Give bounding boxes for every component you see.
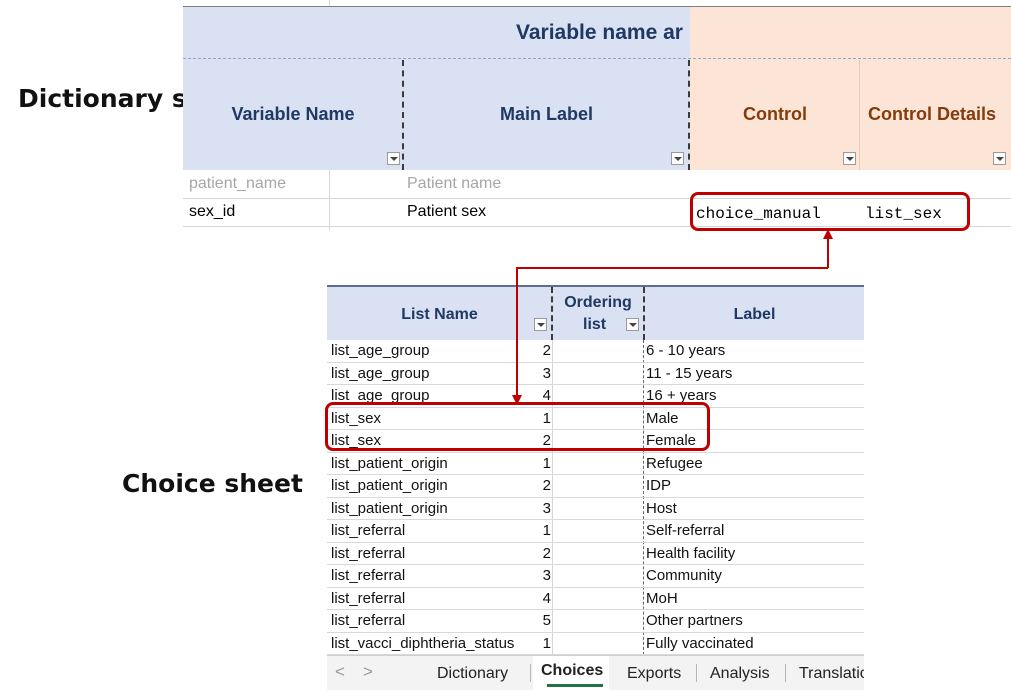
header-band-orange: [690, 7, 1011, 170]
cell-label[interactable]: 11 - 15 years: [646, 365, 732, 382]
header-label: Label: [733, 306, 776, 323]
cell-label[interactable]: Fully vaccinated: [646, 635, 754, 652]
header-main-label: Main Label: [499, 104, 593, 124]
table-row: list_patient_origin 2 IDP: [327, 475, 864, 498]
tab-dictionary[interactable]: Dictionary: [437, 665, 508, 683]
cell-label[interactable]: Health facility: [646, 545, 735, 562]
cell-order[interactable]: 1: [543, 455, 551, 472]
header-control: Control: [743, 104, 807, 124]
cell-label[interactable]: Other partners: [646, 612, 743, 629]
cell-order[interactable]: 3: [543, 567, 551, 584]
filter-dropdown-icon[interactable]: [387, 152, 400, 165]
table-row: list_referral 1 Self-referral: [327, 520, 864, 543]
cell-order[interactable]: 4: [543, 590, 551, 607]
group-title: Variable name ar: [516, 21, 683, 44]
table-row: list_age_group 3 11 - 15 years: [327, 363, 864, 385]
header-control-details: Control Details: [868, 104, 997, 124]
cell-label[interactable]: Refugee: [646, 455, 703, 472]
tab-divider: [696, 664, 697, 682]
cell-list-name[interactable]: list_referral: [331, 545, 405, 562]
cell-order[interactable]: 3: [543, 500, 551, 517]
cell-label[interactable]: Host: [646, 500, 677, 517]
cell-order[interactable]: 2: [543, 545, 551, 562]
cell-list-name[interactable]: list_age_group: [331, 365, 429, 382]
table-row: list_patient_origin 1 Refugee: [327, 453, 864, 475]
highlight-control-cells: [690, 192, 970, 231]
filter-dropdown-icon[interactable]: [843, 152, 856, 165]
cell-label[interactable]: Patient sex: [407, 199, 486, 225]
cell-order[interactable]: 1: [543, 522, 551, 539]
cell-list-name[interactable]: list_referral: [331, 590, 405, 607]
tab-exports[interactable]: Exports: [627, 665, 681, 683]
cell-order[interactable]: 3: [543, 365, 551, 382]
table-row: list_age_group 2 6 - 10 years: [327, 340, 864, 363]
next-sheet-arrow-icon[interactable]: >: [363, 662, 373, 682]
table-row: list_patient_origin 3 Host: [327, 498, 864, 520]
tab-divider: [785, 664, 786, 682]
header-variable-name: Variable Name: [231, 104, 355, 124]
cell-list-name[interactable]: list_patient_origin: [331, 477, 448, 494]
tab-translations[interactable]: Translatic: [799, 665, 864, 683]
table-row: list_referral 5 Other partners: [327, 610, 864, 633]
header-list-name: List Name: [401, 306, 478, 323]
filter-dropdown-icon[interactable]: [626, 318, 639, 331]
cell-label[interactable]: 6 - 10 years: [646, 342, 725, 359]
cell-variable[interactable]: patient_name: [189, 171, 286, 197]
choice-sheet-caption: Choice sheet: [122, 469, 303, 498]
choices-sheet: List Name Ordering list Label list_age_g…: [327, 285, 864, 690]
cell-label[interactable]: Self-referral: [646, 522, 724, 539]
table-row: list_referral 4 MoH: [327, 588, 864, 610]
filter-dropdown-icon[interactable]: [671, 152, 684, 165]
prev-sheet-arrow-icon[interactable]: <: [335, 662, 345, 682]
cell-variable[interactable]: sex_id: [189, 199, 235, 225]
cell-list-name[interactable]: list_referral: [331, 567, 405, 584]
cell-list-name[interactable]: list_referral: [331, 612, 405, 629]
cell-list-name[interactable]: list_age_group: [331, 342, 429, 359]
tab-analysis[interactable]: Analysis: [710, 665, 770, 683]
group-header-divider: [183, 58, 1011, 59]
cell-list-name[interactable]: list_referral: [331, 522, 405, 539]
cell-list-name[interactable]: list_patient_origin: [331, 455, 448, 472]
cell-label[interactable]: IDP: [646, 477, 671, 494]
cell-list-name[interactable]: list_patient_origin: [331, 500, 448, 517]
table-row: list_referral 3 Community: [327, 565, 864, 588]
sheet-tab-bar: < > Dictionary Choices Exports Analysis …: [327, 655, 864, 690]
cell-label[interactable]: Community: [646, 567, 722, 584]
cell-order[interactable]: 1: [543, 635, 551, 652]
cell-label[interactable]: Patient name: [407, 171, 501, 197]
table-row: list_vacci_diphtheria_status 1 Fully vacci…: [327, 633, 864, 655]
cell-label[interactable]: MoH: [646, 590, 678, 607]
tab-divider: [530, 664, 531, 682]
cell-order[interactable]: 2: [543, 342, 551, 359]
cell-order[interactable]: 5: [543, 612, 551, 629]
filter-dropdown-icon[interactable]: [534, 318, 547, 331]
cell-list-name[interactable]: list_vacci_diphtheria_status: [331, 635, 514, 652]
cell-order[interactable]: 2: [543, 477, 551, 494]
highlight-list-sex-rows: [325, 402, 710, 451]
tab-choices[interactable]: Choices: [533, 656, 609, 690]
filter-dropdown-icon[interactable]: [993, 152, 1006, 165]
active-tab-indicator: [547, 684, 603, 687]
table-row: list_referral 2 Health facility: [327, 543, 864, 565]
